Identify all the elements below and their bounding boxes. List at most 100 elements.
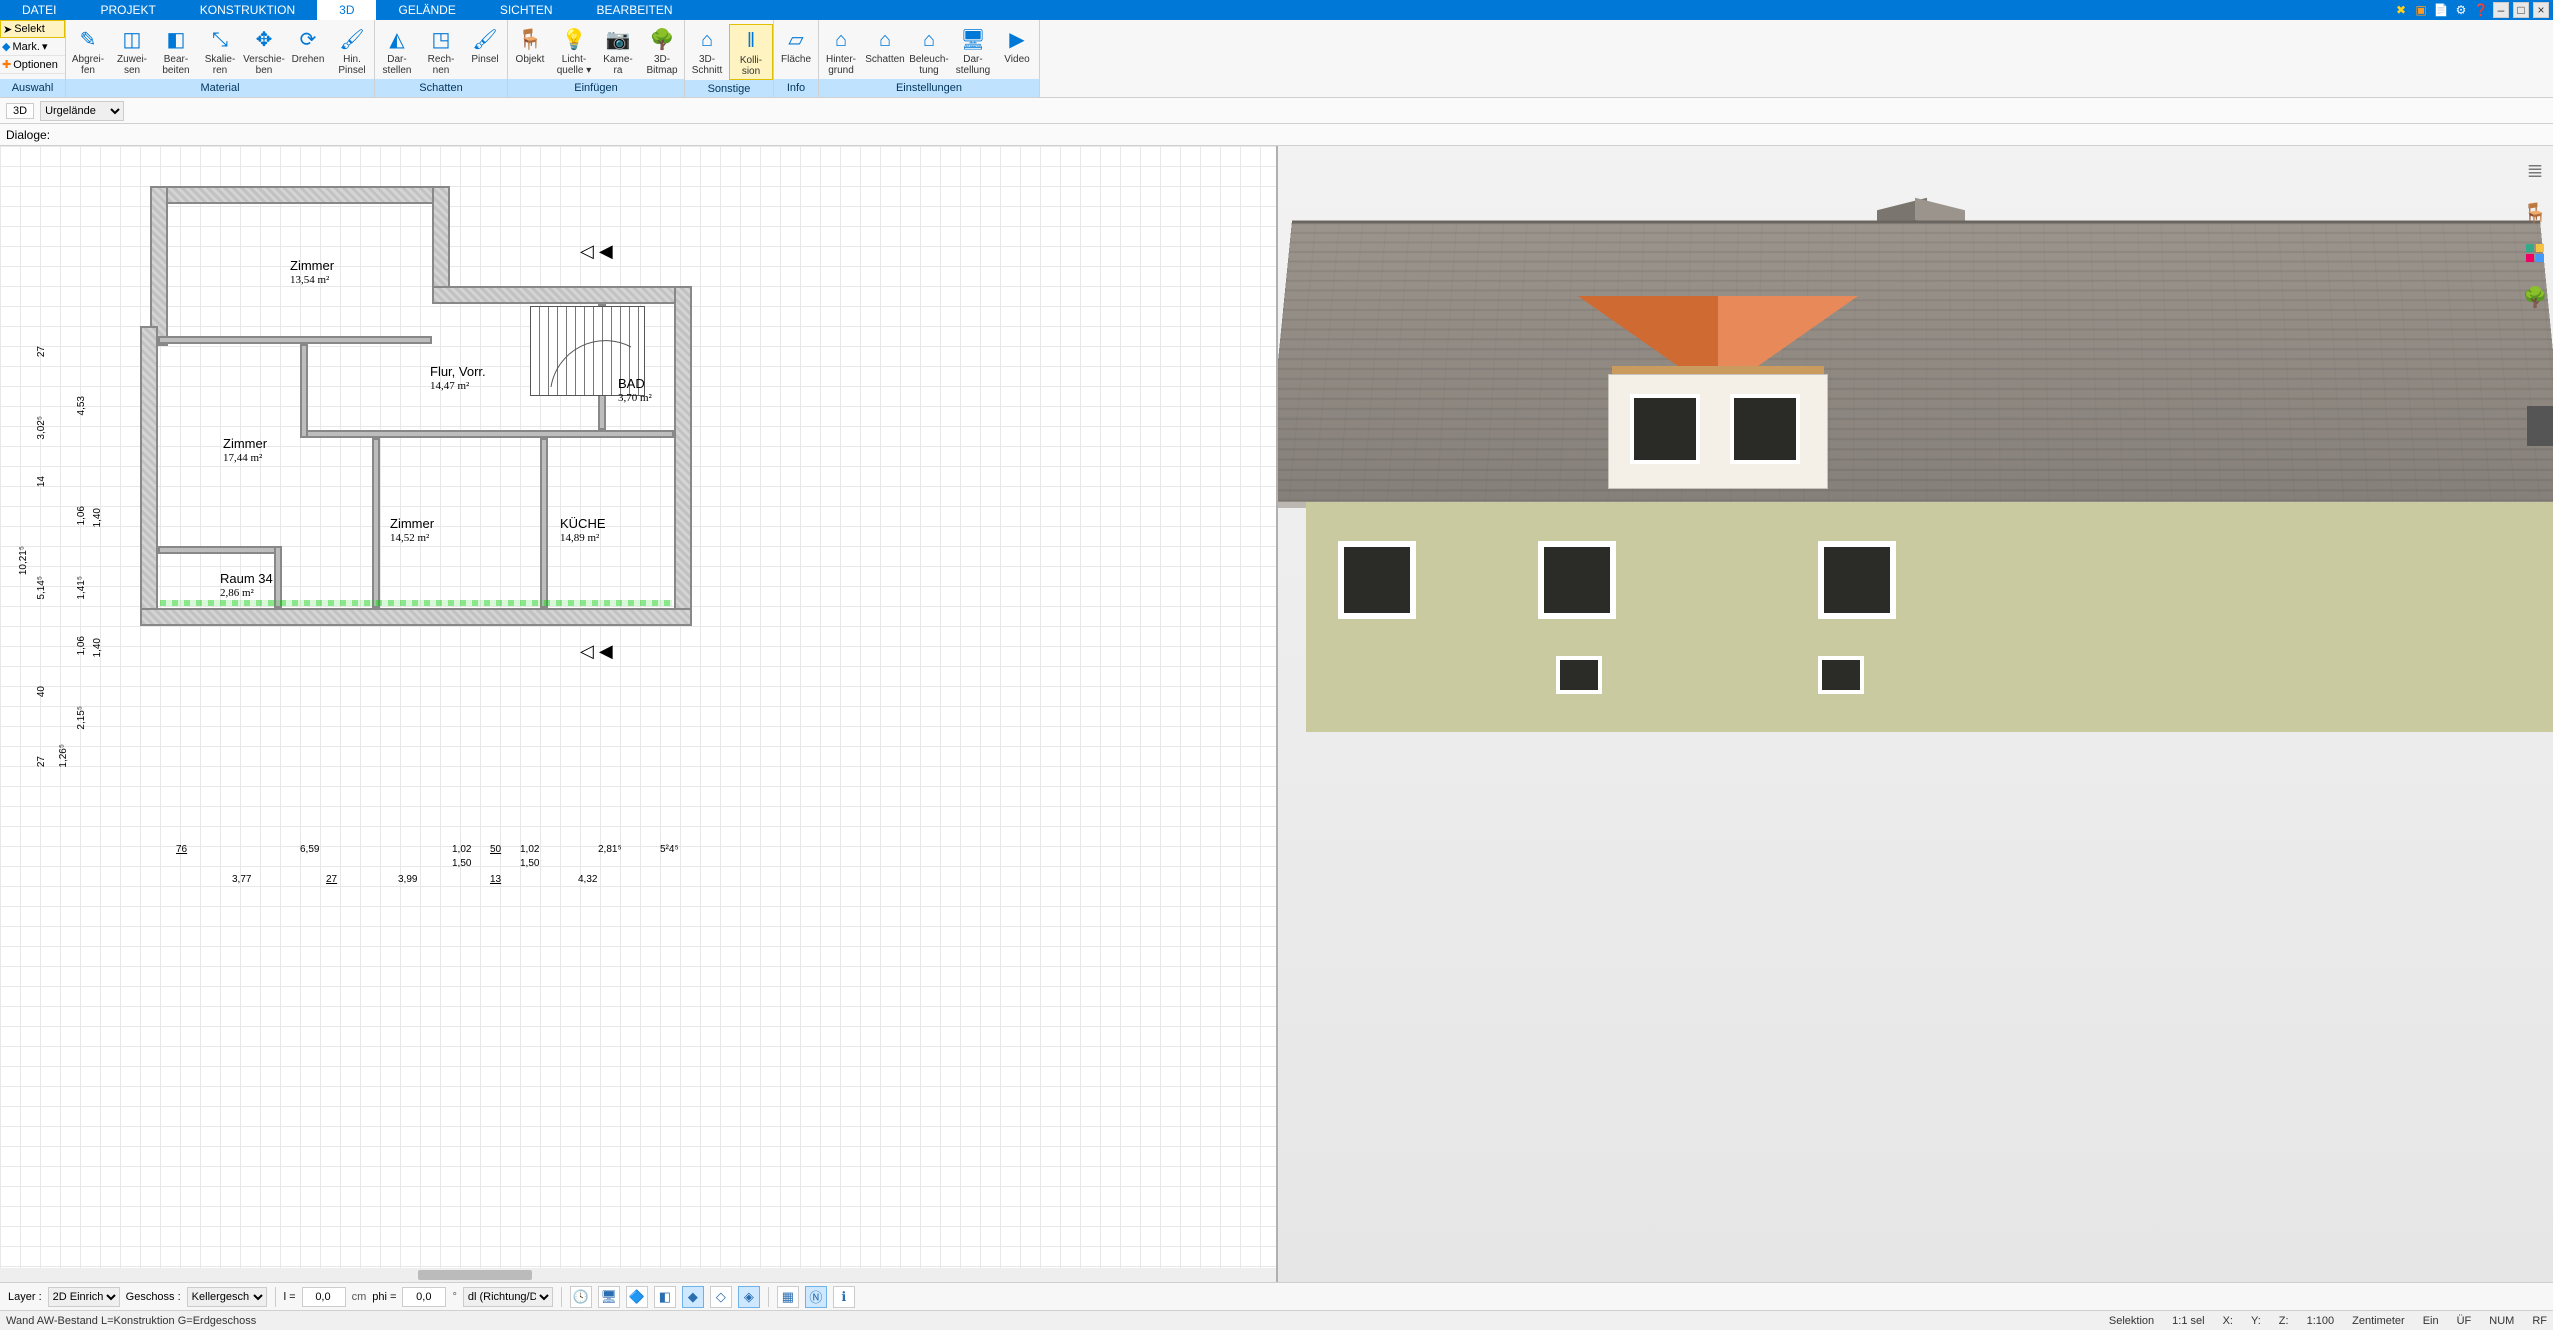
phi-input[interactable] [402,1287,446,1307]
layers-icon[interactable]: ≣ [2527,158,2544,183]
drehen-button[interactable]: ⟳Drehen [286,24,330,78]
darstellen-button[interactable]: ◭Dar-stellen [375,24,419,78]
hscrollbar[interactable] [0,1268,1276,1282]
clock-icon[interactable]: 🕓 [570,1286,592,1308]
help-icon[interactable]: ❓ [2473,2,2489,18]
palette-icon[interactable] [2526,244,2544,267]
close-button[interactable]: × [2533,2,2549,18]
hscroll-thumb[interactable] [418,1270,532,1280]
window [1730,394,1800,464]
pinsel-button[interactable]: 🖌Pinsel [463,24,507,78]
video-button[interactable]: ▶Video [995,24,1039,78]
ribbon: ➤Selekt ◆Mark.▾ ✚Optionen Auswahl ✎Abgre… [0,20,2553,98]
beleuchtung-button[interactable]: ⌂Beleuch-tung [907,24,951,78]
l-label: l = [284,1291,296,1303]
hintergrund-button[interactable]: ⌂Hinter-grund [819,24,863,78]
menu-3d[interactable]: 3D [317,0,376,20]
grid-toggle-icon[interactable]: ▦ [777,1286,799,1308]
schatten2-button[interactable]: ⌂Schatten [863,24,907,78]
skalieren-button[interactable]: ⤡Skalie-ren [198,24,242,78]
room-label: Zimmer14,52 m² [390,516,434,545]
wall [674,286,692,626]
pane-3d[interactable]: ≣ 🪑 🌳 [1278,146,2553,1282]
dimension: 1,06 [76,506,87,525]
ribbon-group-schatten: ◭Dar-stellen◳Rech-nen🖌Pinsel Schatten [375,20,508,97]
darstellung-button[interactable]: 🖥Dar-stellung [951,24,995,78]
3dbitmap-button[interactable]: 🌳3D-Bitmap [640,24,684,78]
geschoss-select[interactable]: Kellergesch [187,1287,267,1307]
menu-konstruktion[interactable]: KONSTRUKTION [178,0,317,20]
bearbeiten-button[interactable]: ◧Bear-beiten [154,24,198,78]
dimension: 50 [490,844,501,855]
flaeche-button[interactable]: ▱Fläche [774,24,818,78]
n-toggle-icon[interactable]: Ⓝ [805,1286,827,1308]
lichtquelle-button[interactable]: 💡Licht-quelle ▾ [552,24,596,78]
zuweisen-button[interactable]: ◫Zuwei-sen [110,24,154,78]
tree-icon[interactable]: 🌳 [2523,285,2548,310]
rechnen-icon: ◳ [427,26,455,54]
geschoss-label: Geschoss : [126,1291,181,1303]
box-icon[interactable]: ▣ [2413,2,2429,18]
objekt-button[interactable]: 🪑Objekt [508,24,552,78]
dimension: 27 [36,756,47,767]
diamond3-icon[interactable]: ◈ [738,1286,760,1308]
layer-select[interactable]: Urgelände [40,101,124,121]
north-icon: ◁ ◀ [580,641,613,662]
3dbitmap-icon: 🌳 [648,26,676,54]
dimension: 1,50 [520,858,539,869]
l-input[interactable] [302,1287,346,1307]
wall [150,186,450,204]
dialoge-bar: Dialoge: [0,124,2553,146]
group-label: Schatten [375,79,507,97]
menu-sichten[interactable]: SICHTEN [478,0,575,20]
monitor-icon[interactable]: 🖥 [598,1286,620,1308]
selekt-button[interactable]: ➤Selekt [0,20,65,38]
dimension: 10,21⁵ [18,546,29,575]
panel-handle[interactable] [2527,406,2553,446]
stack-icon[interactable]: 🔷 [626,1286,648,1308]
settings-icon[interactable]: ⚙ [2453,2,2469,18]
dimension: 14 [36,476,47,487]
menu-datei[interactable]: DATEI [0,0,78,20]
diamond2-icon[interactable]: ◇ [710,1286,732,1308]
rechnen-button[interactable]: ◳Rech-nen [419,24,463,78]
pane-2d[interactable]: ◁ ◀ ◁ ◀ Zimmer13,54 m²Flur, Vorr.14,47 m… [0,146,1278,1282]
dimension: 4,53 [76,396,87,415]
layer-select-bottom[interactable]: 2D Einrichtu [48,1287,120,1307]
room-label: Flur, Vorr.14,47 m² [430,364,486,393]
ribbon-group-einfügen: 🪑Objekt 💡Licht-quelle ▾📷Kame-ra🌳3D-Bitma… [508,20,685,97]
dimension: 1,26⁵ [58,744,69,768]
menu-projekt[interactable]: PROJEKT [78,0,177,20]
mode-badge: 3D [6,103,34,119]
kamera-icon: 📷 [604,26,632,54]
menu-gelaende[interactable]: GELÄNDE [376,0,477,20]
minimize-button[interactable]: – [2493,2,2509,18]
verschieben-button[interactable]: ✥Verschie-ben [242,24,286,78]
info-icon[interactable]: ℹ [833,1286,855,1308]
menu-bearbeiten[interactable]: BEARBEITEN [575,0,695,20]
furniture-icon[interactable]: 🪑 [2523,201,2548,226]
group-label: Sonstige [685,80,773,97]
kollision-button[interactable]: ‖Kolli-sion [729,24,773,80]
verschieben-icon: ✥ [250,26,278,54]
status-ratio: 1:1 sel [2172,1315,2204,1327]
maximize-button[interactable]: □ [2513,2,2529,18]
tools-icon[interactable]: ✖ [2393,2,2409,18]
optionen-button[interactable]: ✚Optionen [0,56,65,74]
mark-button[interactable]: ◆Mark.▾ [0,38,65,56]
3dschnitt-button[interactable]: ⌂3D-Schnitt [685,24,729,78]
abgreifen-button[interactable]: ✎Abgrei-fen [66,24,110,78]
diamond1-icon[interactable]: ◆ [682,1286,704,1308]
group-label: Info [774,79,818,97]
group-label-auswahl: Auswahl [0,79,65,97]
abgreifen-icon: ✎ [74,26,102,54]
hinpinsel-button[interactable]: 🖌Hin.Pinsel [330,24,374,78]
mode-select[interactable]: dl (Richtung/Di [463,1287,553,1307]
kamera-button[interactable]: 📷Kame-ra [596,24,640,78]
floor-plan: ◁ ◀ ◁ ◀ Zimmer13,54 m²Flur, Vorr.14,47 m… [140,186,700,636]
3dschnitt-icon: ⌂ [693,26,721,54]
window [1818,541,1896,619]
ribbon-group-info: ▱Fläche Info [774,20,819,97]
doc-icon[interactable]: 📄 [2433,2,2449,18]
square-icon[interactable]: ◧ [654,1286,676,1308]
